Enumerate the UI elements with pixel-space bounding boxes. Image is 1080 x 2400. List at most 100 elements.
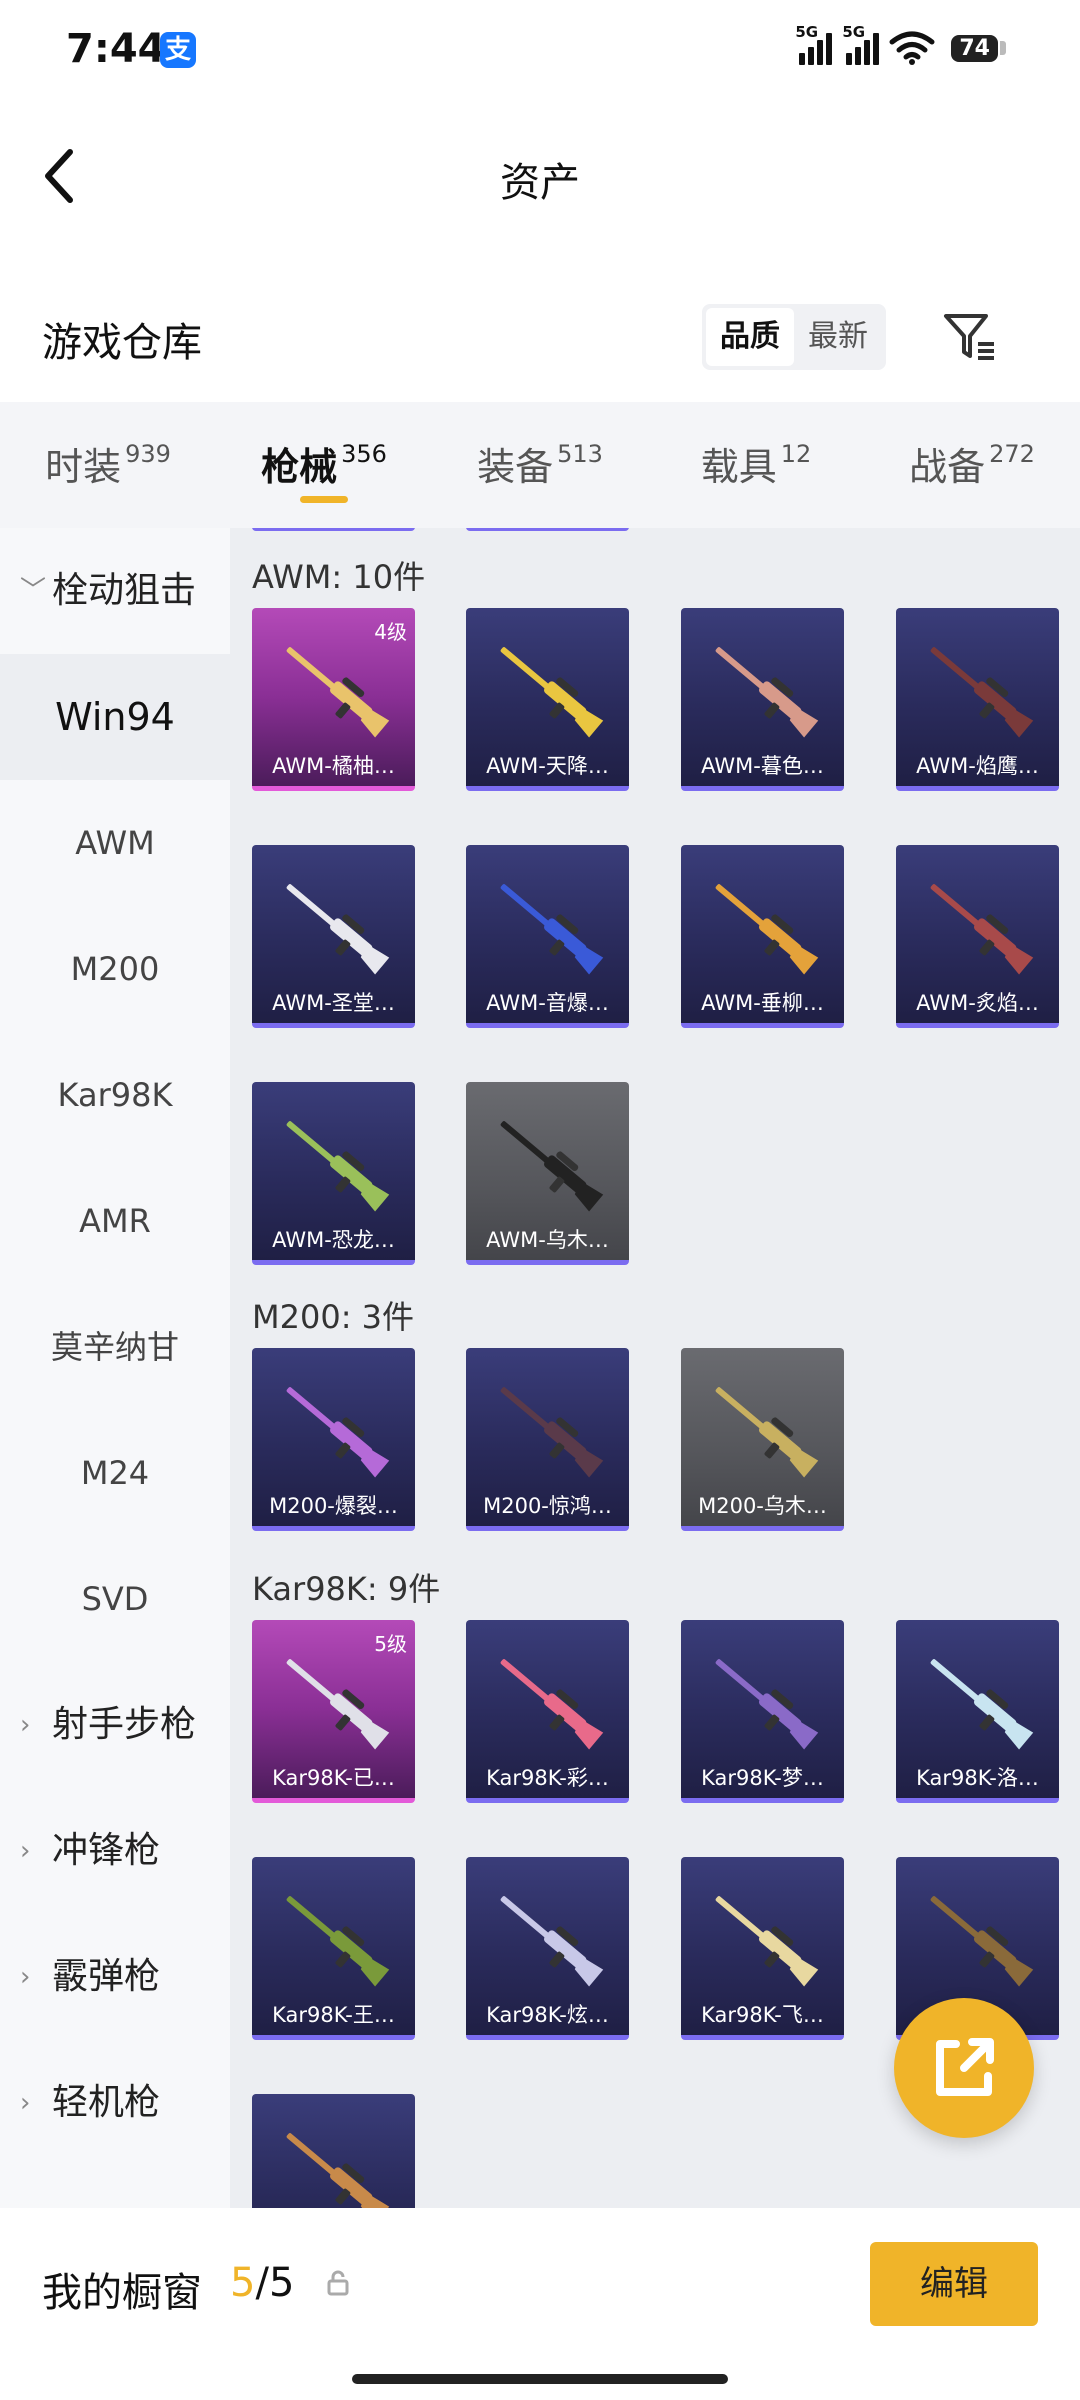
weapon-card[interactable]: AWM-恐龙…: [252, 1082, 415, 1265]
sidebar-group-lmg[interactable]: › 轻机枪: [0, 2040, 230, 2166]
sidebar-item-win94[interactable]: Win94: [0, 654, 230, 780]
tab-label: 战备: [909, 445, 986, 489]
weapon-name: Kar98K-炫…: [486, 2003, 609, 2027]
section-title: M200: 3件: [252, 1298, 415, 1336]
sort-quality-button[interactable]: 品质: [706, 308, 794, 366]
weapon-card[interactable]: AWM-炙焰…: [896, 845, 1059, 1028]
battery-level: 74: [951, 34, 998, 62]
weapon-name: Kar98K-王…: [272, 2003, 395, 2027]
section-title: AWM: 10件: [252, 558, 426, 596]
rifle-icon: [715, 1896, 819, 1987]
weapon-card[interactable]: M200-惊鸿…: [466, 1348, 629, 1531]
sidebar-group-smg[interactable]: › 冲锋枪: [0, 1788, 230, 1914]
tab-supplies[interactable]: 战备 272: [864, 402, 1080, 528]
weapon-card[interactable]: M200-乌木…: [681, 1348, 844, 1531]
weapon-name: M200-乌木…: [698, 1494, 827, 1518]
sidebar-label: M200: [70, 950, 160, 988]
rifle-icon: [930, 884, 1034, 975]
weapon-card[interactable]: Kar98K-飞…: [681, 1857, 844, 2040]
filter-icon[interactable]: [940, 306, 1000, 366]
lock-icon: [327, 2270, 349, 2296]
rifle-icon: [286, 1121, 390, 1212]
sidebar-item-m200[interactable]: M200: [0, 906, 230, 1032]
tab-fashion[interactable]: 时装 939: [0, 402, 216, 528]
edit-button[interactable]: 编辑: [870, 2242, 1038, 2326]
sidebar-label: 栓动狙击: [52, 570, 197, 611]
tab-vehicles[interactable]: 载具 12: [648, 402, 864, 528]
sidebar-item-svd[interactable]: SVD: [0, 1536, 230, 1662]
weapon-card[interactable]: AWM-音爆…: [466, 845, 629, 1028]
level-badge: 5级: [374, 1632, 407, 1656]
rifle-icon: [286, 1387, 390, 1478]
weapon-card[interactable]: Kar98K-彩…: [466, 1620, 629, 1803]
weapon-name: AWM-恐龙…: [272, 1228, 395, 1252]
status-right: 5G 5G 74: [795, 23, 1006, 70]
alipay-icon: 支: [160, 32, 196, 68]
tab-label: 载具: [700, 445, 777, 489]
rifle-icon: [286, 884, 390, 975]
sidebar-label: AMR: [79, 1202, 151, 1240]
sidebar-label: AWM: [75, 824, 155, 862]
rifle-icon: [500, 1659, 604, 1750]
sidebar-item-mosin[interactable]: 莫辛纳甘: [0, 1284, 230, 1410]
sidebar-item-m24[interactable]: M24: [0, 1410, 230, 1536]
weapon-card[interactable]: AWM-圣堂…: [252, 845, 415, 1028]
weapon-card[interactable]: Kar98K-洛…: [896, 1620, 1059, 1803]
rifle-icon: [715, 884, 819, 975]
sidebar-group-shotgun[interactable]: › 霰弹枪: [0, 1914, 230, 2040]
rifle-icon: [286, 1659, 390, 1750]
tab-label: 枪械: [261, 445, 338, 489]
weapon-card[interactable]: AWM-焰鹰…: [896, 608, 1059, 791]
weapon-name: Kar98K-洛…: [916, 1766, 1039, 1790]
weapon-name: M200-爆裂…: [269, 1494, 398, 1518]
weapon-card[interactable]: 4级 AWM-橘柚…: [252, 608, 415, 791]
sidebar-item-kar98k[interactable]: Kar98K: [0, 1032, 230, 1158]
partial-card: [466, 528, 629, 531]
signal-icon: 5G: [795, 23, 833, 65]
weapon-card[interactable]: [252, 2094, 415, 2208]
signal-icon: 5G: [842, 23, 880, 65]
rifle-icon: [715, 1387, 819, 1478]
weapon-grid: AWM: 10件 4级 AWM-橘柚… AWM-天降… AWM-暮色… AWM-焰鹰… AW…: [230, 528, 1080, 2208]
sidebar-label: SVD: [81, 1580, 149, 1618]
weapon-card[interactable]: AWM-乌木…: [466, 1082, 629, 1265]
tab-label: 时装: [45, 445, 122, 489]
sort-newest-button[interactable]: 最新: [794, 308, 882, 366]
share-button[interactable]: [894, 1998, 1034, 2138]
rifle-icon: [500, 1387, 604, 1478]
bottom-bar: 我的橱窗 5/5 编辑: [0, 2208, 1080, 2400]
signal-label: 5G: [842, 23, 866, 41]
weapon-card[interactable]: Kar98K-梦…: [681, 1620, 844, 1803]
tab-label: 装备: [477, 445, 554, 489]
rifle-icon: [500, 647, 604, 738]
sidebar-group-marksman[interactable]: › 射手步枪: [0, 1662, 230, 1788]
header: 资产: [0, 110, 1080, 240]
weapon-name: AWM-乌木…: [486, 1228, 609, 1252]
chevron-right-icon: ›: [20, 2088, 31, 2118]
showcase-count: 5/5: [230, 2260, 294, 2306]
chevron-right-icon: ›: [20, 1962, 31, 1992]
sidebar-item-awm[interactable]: AWM: [0, 780, 230, 906]
sidebar-label: Kar98K: [57, 1076, 173, 1114]
warehouse-row: 游戏仓库 品质 最新: [0, 292, 1080, 382]
sidebar-item-amr[interactable]: AMR: [0, 1158, 230, 1284]
sidebar-group-bolt-sniper[interactable]: ﹀ 栓动狙击: [0, 528, 230, 654]
tab-guns[interactable]: 枪械 356: [216, 402, 432, 528]
weapon-name: Kar98K-梦…: [701, 1766, 824, 1790]
weapon-card[interactable]: AWM-天降…: [466, 608, 629, 791]
rifle-icon: [500, 884, 604, 975]
weapon-card[interactable]: 5级 Kar98K-已…: [252, 1620, 415, 1803]
home-indicator: [352, 2374, 728, 2384]
status-bar: 7:44 支 5G 5G 74: [0, 0, 1080, 100]
category-tabs: 时装 939 枪械 356 装备 513 载具 12 战备 272: [0, 402, 1080, 528]
weapon-card[interactable]: Kar98K-炫…: [466, 1857, 629, 2040]
rifle-icon: [286, 2133, 390, 2208]
weapon-card[interactable]: AWM-暮色…: [681, 608, 844, 791]
weapon-card[interactable]: Kar98K-王…: [252, 1857, 415, 2040]
tab-count: 513: [557, 440, 603, 468]
weapon-card[interactable]: AWM-垂柳…: [681, 845, 844, 1028]
weapon-card[interactable]: M200-爆裂…: [252, 1348, 415, 1531]
rifle-icon: [715, 1659, 819, 1750]
weapon-name: AWM-圣堂…: [272, 991, 395, 1015]
tab-equipment[interactable]: 装备 513: [432, 402, 648, 528]
